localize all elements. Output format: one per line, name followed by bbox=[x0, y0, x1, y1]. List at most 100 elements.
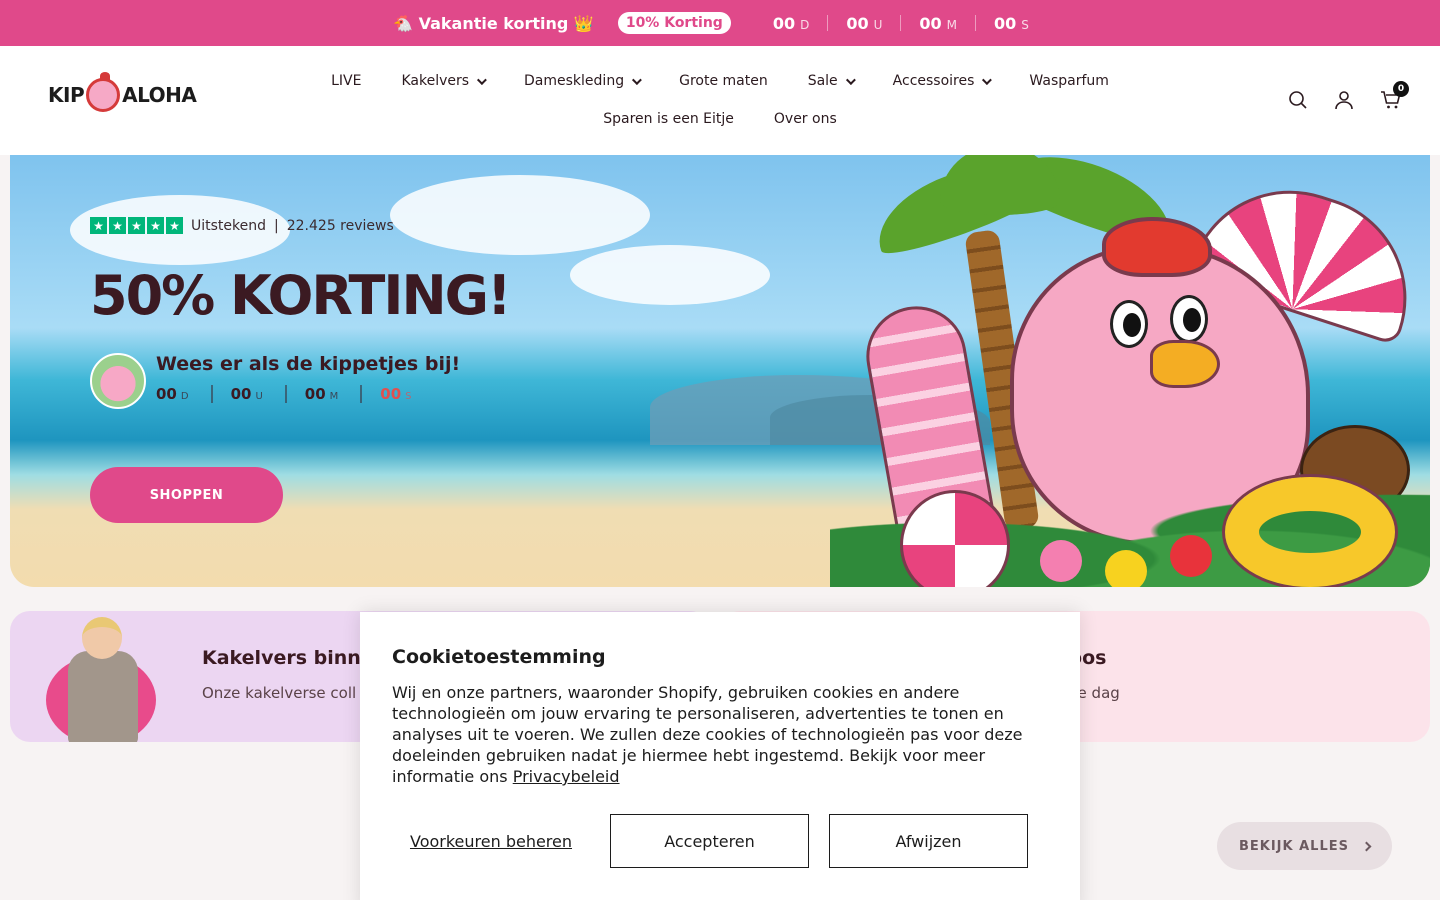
nav-item-sparen[interactable]: Sparen is een Eitje bbox=[603, 111, 734, 127]
cart-count-badge: 0 bbox=[1393, 81, 1409, 97]
hero-content: ★ ★ ★ ★ ★ Uitstekend | 22.425 reviews 50… bbox=[90, 217, 512, 409]
model-body bbox=[68, 651, 138, 742]
star-icon: ★ bbox=[166, 217, 183, 234]
cookie-actions: Voorkeuren beheren Accepteren Afwijzen bbox=[392, 814, 1028, 868]
nav-item-dameskleding[interactable]: Dameskleding bbox=[524, 73, 642, 89]
mascot-eye-illustration bbox=[1110, 300, 1148, 348]
hero-subtitle: Wees er als de kippetjes bij! bbox=[156, 353, 461, 375]
main-navigation: LIVE Kakelvers Dameskleding Grote maten … bbox=[300, 66, 1140, 134]
hibiscus-illustration bbox=[1105, 550, 1147, 587]
category-text: Onze kakelverse coll bbox=[202, 684, 357, 702]
nav-item-kakelvers[interactable]: Kakelvers bbox=[401, 73, 487, 89]
nav-row-primary: LIVE Kakelvers Dameskleding Grote maten … bbox=[300, 66, 1140, 96]
nav-item-label: LIVE bbox=[331, 73, 362, 89]
countdown-divider bbox=[284, 385, 287, 403]
hero-banner[interactable]: ★ ★ ★ ★ ★ Uitstekend | 22.425 reviews 50… bbox=[10, 155, 1430, 587]
cookie-title: Cookietoestemming bbox=[392, 646, 606, 668]
nav-item-grote-maten[interactable]: Grote maten bbox=[679, 73, 768, 89]
nav-item-label: Sparen is een Eitje bbox=[603, 111, 734, 127]
star-icon: ★ bbox=[90, 217, 107, 234]
rating-stars: ★ ★ ★ ★ ★ bbox=[90, 217, 183, 234]
shop-now-button[interactable]: SHOPPEN bbox=[90, 467, 283, 523]
decline-cookies-button[interactable]: Afwijzen bbox=[829, 814, 1028, 868]
nav-item-label: Over ons bbox=[773, 111, 837, 127]
countdown-value: 00 bbox=[304, 385, 326, 403]
countdown-unit: U bbox=[255, 391, 263, 402]
account-icon[interactable] bbox=[1334, 90, 1354, 110]
countdown-unit: U bbox=[873, 17, 883, 32]
cookie-consent-dialog: Cookietoestemming Wij en onze partners, … bbox=[360, 612, 1080, 900]
hibiscus-illustration bbox=[1170, 535, 1212, 577]
rating-separator: | bbox=[274, 217, 279, 234]
countdown-days: 00 D bbox=[156, 385, 211, 403]
chicken-comb-illustration bbox=[1102, 217, 1212, 277]
site-logo[interactable]: KIP ALOHA bbox=[48, 72, 197, 112]
countdown-value: 00 bbox=[156, 385, 177, 403]
site-header: KIP ALOHA LIVE Kakelvers Dameskleding Gr… bbox=[0, 46, 1440, 155]
logo-text-right: ALOHA bbox=[122, 83, 197, 107]
chicken-logo-icon bbox=[86, 72, 121, 112]
nav-item-wasparfum[interactable]: Wasparfum bbox=[1029, 73, 1108, 89]
nav-item-over-ons[interactable]: Over ons bbox=[774, 111, 837, 127]
countdown-value: 00 bbox=[230, 385, 252, 403]
accept-cookies-button[interactable]: Accepteren bbox=[610, 814, 809, 868]
countdown-hours: 00 U bbox=[231, 385, 285, 403]
countdown-value: 00 bbox=[994, 13, 1017, 33]
nav-item-label: Wasparfum bbox=[1029, 73, 1109, 89]
cart-icon[interactable]: 0 bbox=[1380, 81, 1409, 110]
star-icon: ★ bbox=[147, 217, 164, 234]
rating-label: Uitstekend bbox=[191, 217, 267, 234]
nav-item-live[interactable]: LIVE bbox=[331, 73, 361, 89]
countdown-value: 00 bbox=[380, 385, 402, 403]
countdown-value: 00 bbox=[772, 13, 796, 33]
hibiscus-illustration bbox=[1040, 540, 1082, 582]
countdown-seconds: 00 S bbox=[976, 14, 1047, 33]
countdown-seconds: 00 S bbox=[380, 385, 433, 403]
countdown-minutes: 00 M bbox=[901, 14, 975, 33]
countdown-value: 00 bbox=[846, 13, 869, 33]
countdown-unit: S bbox=[1021, 17, 1029, 32]
chevron-down-icon bbox=[632, 74, 642, 85]
cookie-body-text: Wij en onze partners, waaronder Shopify,… bbox=[392, 683, 1023, 786]
chevron-down-icon bbox=[845, 74, 856, 85]
chevron-right-icon bbox=[1361, 841, 1372, 851]
countdown-minutes: 00 M bbox=[305, 385, 361, 403]
countdown-unit: M bbox=[329, 391, 339, 402]
nav-item-sale[interactable]: Sale bbox=[807, 73, 856, 89]
star-icon: ★ bbox=[128, 217, 145, 234]
cookie-body: Wij en onze partners, waaronder Shopify,… bbox=[392, 682, 1032, 787]
countdown-unit: D bbox=[180, 391, 189, 402]
hero-countdown: 00 D 00 U 00 M 00 S bbox=[156, 385, 460, 403]
logo-text-left: KIP bbox=[48, 83, 85, 107]
countdown-value: 00 bbox=[919, 13, 942, 33]
palm-leaf-illustration bbox=[940, 155, 1060, 215]
announcement-countdown: 00 D 00 U 00 M 00 S bbox=[755, 14, 1047, 33]
model-image bbox=[40, 615, 160, 742]
nav-item-label: Kakelvers bbox=[401, 73, 470, 89]
view-all-label: BEKIJK ALLES bbox=[1238, 838, 1349, 854]
chevron-down-icon bbox=[982, 74, 993, 85]
trustpilot-rating[interactable]: ★ ★ ★ ★ ★ Uitstekend | 22.425 reviews bbox=[90, 217, 510, 234]
announcement-bar: 🐔 Vakantie korting 👑 10% Korting 00 D 00 U… bbox=[0, 0, 1440, 46]
model-head bbox=[82, 617, 122, 659]
cloud-decoration bbox=[570, 245, 770, 305]
nav-item-label: Dameskleding bbox=[524, 73, 625, 89]
countdown-days: 00 D bbox=[755, 14, 828, 33]
discount-pill: 10% Korting bbox=[617, 12, 731, 34]
chevron-down-icon bbox=[476, 74, 487, 85]
nav-row-secondary: Sparen is een Eitje Over ons bbox=[300, 104, 1140, 134]
view-all-button[interactable]: BEKIJK ALLES bbox=[1217, 822, 1392, 870]
mascot-eye-illustration bbox=[1170, 295, 1208, 343]
nav-item-label: Sale bbox=[807, 73, 838, 89]
nav-item-label: Grote maten bbox=[679, 73, 768, 89]
privacy-policy-link[interactable]: Privacybeleid bbox=[513, 767, 620, 786]
swim-ring-illustration bbox=[1225, 477, 1395, 587]
mascot-avatar-icon bbox=[90, 353, 146, 409]
hero-subtitle-row: Wees er als de kippetjes bij! 00 D 00 U 00… bbox=[90, 353, 510, 409]
countdown-hours: 00 U bbox=[828, 14, 900, 33]
nav-item-accessoires[interactable]: Accessoires bbox=[893, 73, 993, 89]
manage-preferences-button[interactable]: Voorkeuren beheren bbox=[392, 832, 590, 851]
countdown-unit: D bbox=[800, 17, 810, 32]
mascot-beak-illustration bbox=[1150, 340, 1220, 388]
search-icon[interactable] bbox=[1288, 90, 1308, 110]
